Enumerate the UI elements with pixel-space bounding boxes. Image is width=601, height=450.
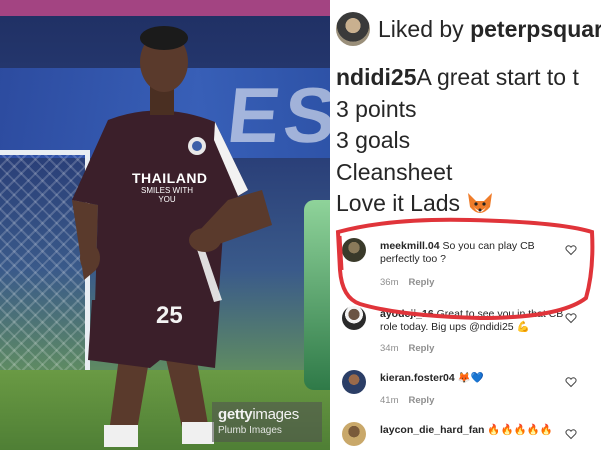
comment-username[interactable]: meekmill.04 [380, 240, 440, 252]
comment-item: laycon_die_hard_fan 🔥🔥🔥🔥🔥 [342, 422, 597, 450]
comment-age: 41m [380, 395, 399, 406]
comment-meta: 36m Reply [380, 277, 434, 288]
watermark-credit: Plumb Images [218, 425, 282, 436]
comment-message: 🔥🔥🔥🔥🔥 [484, 424, 553, 436]
caption-line: 3 goals [336, 127, 411, 153]
comment-meta: 41m Reply [380, 395, 434, 406]
heart-outline-icon[interactable] [565, 376, 577, 388]
watermark-brand-sub: images [252, 406, 299, 423]
avatar[interactable] [342, 306, 366, 330]
comment-meta: 34m Reply [380, 343, 434, 354]
liked-by-user[interactable]: peterpsquar [470, 16, 601, 42]
caption-line: 3 points [336, 95, 417, 122]
comment-text: laycon_die_hard_fan 🔥🔥🔥🔥🔥 [380, 424, 570, 437]
comment-age: 36m [380, 277, 399, 288]
post-photo[interactable]: ES THAILAND SMILES WITH YOU 25 gettyimag… [0, 0, 330, 450]
caption-username[interactable]: ndidi25 [336, 62, 417, 94]
comment-text: ayodeji_16 Great to see you in that CB r… [380, 308, 570, 334]
heart-outline-icon[interactable] [565, 428, 577, 440]
reply-button[interactable]: Reply [408, 343, 434, 354]
caption-first-line: A great start to t [416, 64, 579, 90]
avatar[interactable] [336, 12, 370, 46]
comment-text: kieran.foster04 🦊💙 [380, 372, 570, 385]
avatar[interactable] [342, 422, 366, 446]
reply-button[interactable]: Reply [408, 277, 434, 288]
comment-username[interactable]: kieran.foster04 [380, 372, 455, 384]
player-figure [72, 26, 272, 447]
comment-item: ayodeji_16 Great to see you in that CB r… [342, 306, 597, 356]
instagram-panel: Liked by peterpsquar ndidi25 A great sta… [330, 0, 601, 450]
jersey-sponsor-main: THAILAND [132, 170, 208, 186]
watermark-brand: getty [218, 406, 253, 423]
liked-by-prefix: Liked by [378, 15, 471, 42]
comment-item: kieran.foster04 🦊💙 41m Reply [342, 370, 597, 410]
comment-username[interactable]: laycon_die_hard_fan [380, 424, 484, 436]
post-caption: ndidi25 A great start to t 3 points 3 go… [336, 62, 579, 220]
heart-outline-icon[interactable] [565, 244, 577, 256]
caption-line: Love it Lads [336, 190, 461, 216]
comment-message: 🦊💙 [454, 372, 484, 384]
jersey-sponsor: THAILAND SMILES WITH YOU [132, 170, 208, 204]
heart-outline-icon[interactable] [565, 312, 577, 324]
getty-watermark: gettyimages Plumb Images [212, 402, 322, 442]
caption-line: Cleansheet [336, 158, 453, 185]
shirt-number: 25 [156, 302, 183, 329]
fox-emoji-icon [468, 192, 493, 213]
liked-by-row[interactable]: Liked by peterpsquar [336, 11, 601, 47]
avatar[interactable] [342, 238, 366, 262]
comment-text: meekmill.04 So you can play CB perfectly… [380, 240, 570, 266]
comment-age: 34m [380, 343, 399, 354]
comment-item: meekmill.04 So you can play CB perfectly… [342, 238, 597, 288]
liked-by-text: Liked by peterpsquar [378, 16, 601, 43]
jersey-sponsor-tagline: SMILES WITH YOU [140, 186, 193, 204]
comment-username[interactable]: ayodeji_16 [380, 308, 434, 320]
reply-button[interactable]: Reply [408, 395, 434, 406]
avatar[interactable] [342, 370, 366, 394]
